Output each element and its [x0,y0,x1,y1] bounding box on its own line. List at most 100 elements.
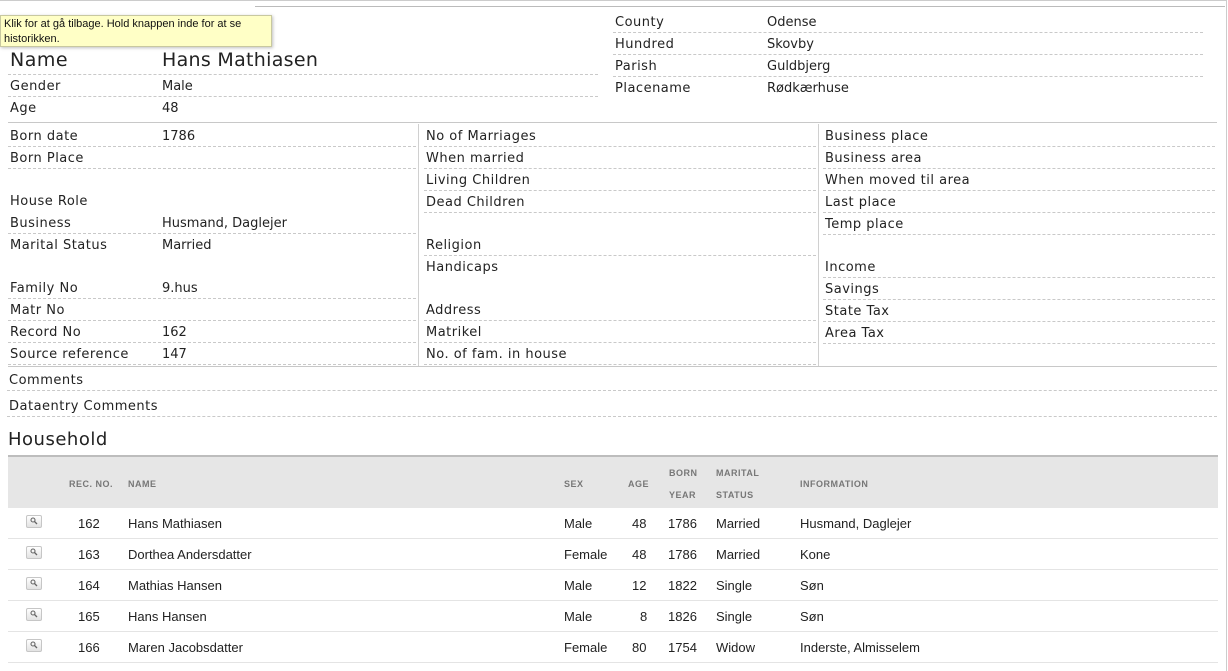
born-place-row: Born Place [8,147,416,169]
field-label: Living Children [426,173,531,188]
magnifier-icon[interactable] [26,515,42,528]
savings-row: Savings [823,278,1215,300]
table-row[interactable]: 165 Hans Hansen Male 8 1826 Single Søn [8,601,1218,632]
field-label: Family No [10,281,79,296]
cell-born-year: 1822 [668,578,697,593]
field-label: Dead Children [426,195,525,210]
col-header-year[interactable]: YEAR [669,484,696,506]
col-header-born[interactable]: BORN [669,462,698,484]
field-label: Born date [10,129,79,144]
record-no-row: Record No 162 [8,321,416,343]
cell-sex: Male [564,578,593,593]
born-date-row: Born date 1786 [8,125,416,147]
parish-value: Guldbjerg [767,59,831,74]
area-tax-row: Area Tax [823,322,1215,344]
col-header-rec-no[interactable]: REC. NO. [69,473,113,495]
cell-name: Mathias Hansen [128,578,222,593]
county-value: Odense [767,15,817,30]
col-header-marital[interactable]: MARITAL [716,462,759,484]
field-label: Marital Status [10,238,108,253]
cell-rec-no: 166 [78,640,100,655]
field-value: 147 [162,347,187,362]
age-label: Age [10,101,37,116]
magnifier-icon[interactable] [26,577,42,590]
dataentry-comments-row: Dataentry Comments [7,395,1217,417]
field-label: Matr No [10,303,65,318]
cell-age: 12 [632,578,647,593]
age-row: Age 48 [8,97,598,119]
cell-rec-no: 162 [78,516,100,531]
cell-information: Kone [800,547,831,562]
field-label: State Tax [825,304,890,319]
gender-value: Male [162,79,193,94]
field-label: Handicaps [426,260,499,275]
table-row[interactable]: 163 Dorthea Andersdatter Female 48 1786 … [8,539,1218,570]
field-value: 162 [162,325,187,340]
placename-value: Rødkærhuse [767,81,849,96]
marital-status-row: Marital Status Married [8,234,416,256]
no-of-marriages-row: No of Marriages [424,125,816,147]
business-row: Business Husmand, Daglejer [8,212,416,234]
cell-born-year: 1786 [668,516,697,531]
cell-sex: Female [564,640,608,655]
field-label: When moved til area [825,173,971,188]
state-tax-row: State Tax [823,300,1215,322]
field-label: Last place [825,195,897,210]
source-reference-row: Source reference 147 [8,343,416,365]
age-value: 48 [162,101,179,116]
gender-label: Gender [10,79,61,94]
house-role-row: House Role [8,190,416,212]
field-value: Husmand, Daglejer [162,216,287,231]
cell-name: Hans Mathiasen [128,516,222,531]
col-header-sex[interactable]: SEX [564,473,584,495]
comments-label: Comments [9,373,84,388]
field-value: 9.hus [162,281,198,296]
column-divider [818,124,819,367]
field-label: Address [426,303,482,318]
table-row[interactable]: 166 Maren Jacobsdatter Female 80 1754 Wi… [8,632,1218,663]
hundred-label: Hundred [615,37,675,52]
field-label: Area Tax [825,326,885,341]
household-title: Household [8,429,108,450]
field-label: Religion [426,238,482,253]
col-header-age[interactable]: AGE [628,473,649,495]
cell-name: Maren Jacobsdatter [128,640,243,655]
cell-rec-no: 163 [78,547,100,562]
table-row[interactable]: 164 Mathias Hansen Male 12 1822 Single S… [8,570,1218,601]
table-row[interactable]: 162 Hans Mathiasen Male 48 1786 Married … [8,508,1218,539]
cell-born-year: 1754 [668,640,697,655]
cell-age: 48 [632,516,647,531]
business-place-row: Business place [823,125,1215,147]
col-header-information[interactable]: INFORMATION [800,473,868,495]
cell-sex: Female [564,547,608,562]
living-children-row: Living Children [424,169,816,191]
magnifier-icon[interactable] [26,546,42,559]
field-label: House Role [10,194,88,209]
table-header: REC. NO. NAME SEX AGE BORN YEAR MARITAL … [8,455,1218,508]
matrikel-row: Matrikel [424,321,816,343]
placename-row: Placename Rødkærhuse [613,77,1203,99]
field-label: When married [426,151,525,166]
field-label: Born Place [10,151,84,166]
cell-name: Dorthea Andersdatter [128,547,252,562]
dataentry-comments-label: Dataentry Comments [9,399,159,414]
cell-marital-status: Single [716,609,753,624]
field-label: Business place [825,129,929,144]
person-name: Hans Mathiasen [162,49,319,71]
magnifier-icon[interactable] [26,608,42,621]
when-married-row: When married [424,147,816,169]
family-no-row: Family No 9.hus [8,277,416,299]
hundred-row: Hundred Skovby [613,33,1203,55]
col-header-status[interactable]: STATUS [716,484,754,506]
back-button-tooltip: Klik for at gå tilbage. Hold knappen ind… [0,15,272,47]
field-label: Temp place [825,217,904,232]
income-row: Income [823,256,1215,278]
field-label: Business area [825,151,922,166]
field-label: No of Marriages [426,129,537,144]
parish-label: Parish [615,59,658,74]
field-label: Record No [10,325,82,340]
col-header-name[interactable]: NAME [128,473,157,495]
county-label: County [615,15,665,30]
magnifier-icon[interactable] [26,639,42,652]
cell-marital-status: Widow [716,640,756,655]
